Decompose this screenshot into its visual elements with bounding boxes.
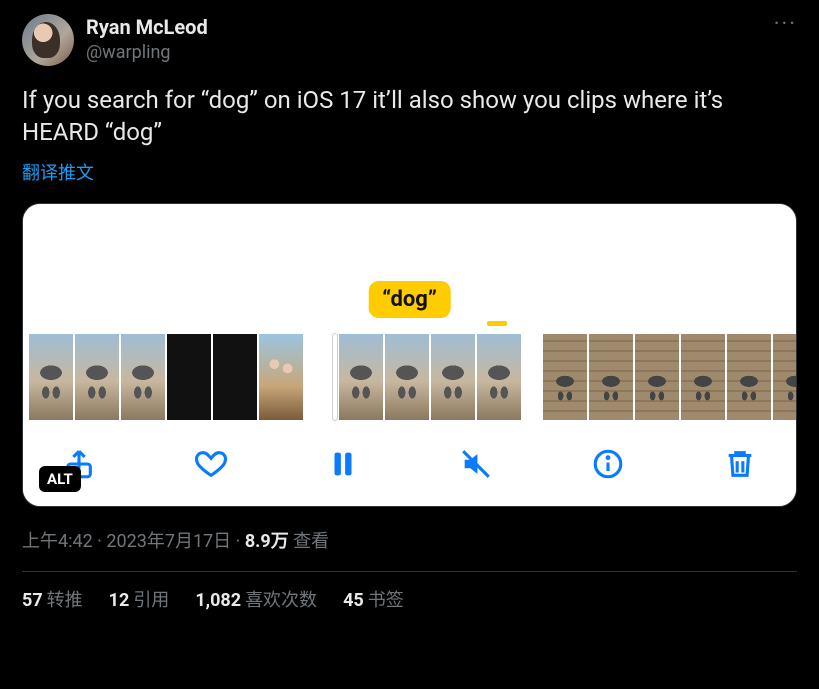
clip-frame <box>589 334 633 420</box>
timestamp[interactable]: 上午4:42 <box>22 531 93 552</box>
info-icon <box>591 447 625 485</box>
alt-badge[interactable]: ALT <box>39 466 81 492</box>
clip-frame <box>121 334 165 420</box>
clip-frame <box>167 334 211 420</box>
clip-frame <box>635 334 679 420</box>
clip-frame <box>681 334 725 420</box>
more-options-icon[interactable]: ··· <box>774 12 797 37</box>
clip-frame <box>727 334 771 420</box>
tweet-header: Ryan McLeod @warpling <box>22 14 797 66</box>
tag-pointer <box>487 321 507 326</box>
mute-button[interactable] <box>454 444 498 488</box>
video-timeline[interactable] <box>23 316 796 434</box>
trash-icon <box>723 447 757 485</box>
clip-frame <box>213 334 257 420</box>
author-names: Ryan McLeod @warpling <box>86 14 208 65</box>
bookmarks-stat[interactable]: 45书签 <box>343 586 404 612</box>
views-count: 8.9万 <box>245 531 289 552</box>
likes-stat[interactable]: 1,082喜欢次数 <box>195 586 317 612</box>
clip-frame <box>75 334 119 420</box>
date[interactable]: 2023年7月17日 <box>106 531 231 552</box>
media-toolbar <box>23 434 796 506</box>
quotes-stat[interactable]: 12引用 <box>109 586 170 612</box>
delete-button[interactable] <box>718 444 762 488</box>
clip-group-3[interactable] <box>543 334 797 420</box>
display-name[interactable]: Ryan McLeod <box>86 14 208 41</box>
tweet-text: If you search for “dog” on iOS 17 it’ll … <box>22 84 797 149</box>
views-label: 查看 <box>289 531 329 552</box>
pause-button[interactable] <box>321 444 365 488</box>
clip-frame <box>385 334 429 420</box>
info-button[interactable] <box>586 444 630 488</box>
retweets-stat[interactable]: 57转推 <box>22 586 83 612</box>
handle[interactable]: @warpling <box>86 41 208 65</box>
clip-frame <box>29 334 73 420</box>
search-tag-badge: “dog” <box>368 281 451 318</box>
mute-icon <box>459 447 493 485</box>
engagement-row: 57转推 12引用 1,082喜欢次数 45书签 <box>22 586 797 626</box>
clip-frame <box>477 334 521 420</box>
pause-icon <box>326 447 360 485</box>
clip-frame <box>773 334 797 420</box>
tweet-container: ··· Ryan McLeod @warpling If you search … <box>0 0 819 626</box>
tweet-meta: 上午4:42 · 2023年7月17日 · 8.9万 查看 <box>22 527 797 553</box>
clip-frame <box>543 334 587 420</box>
clip-group-1[interactable] <box>29 334 303 420</box>
avatar[interactable] <box>22 14 74 66</box>
media-header-area: “dog” <box>23 204 796 316</box>
media-attachment[interactable]: “dog” <box>22 203 797 507</box>
like-button[interactable] <box>189 444 233 488</box>
heart-icon <box>194 447 228 485</box>
divider <box>22 571 797 572</box>
translate-link[interactable]: 翻译推文 <box>22 159 94 185</box>
clip-group-2-active[interactable] <box>325 334 521 420</box>
clip-frame <box>431 334 475 420</box>
clip-frame <box>339 334 383 420</box>
clip-frame <box>259 334 303 420</box>
scrubber-handle[interactable] <box>333 334 337 420</box>
